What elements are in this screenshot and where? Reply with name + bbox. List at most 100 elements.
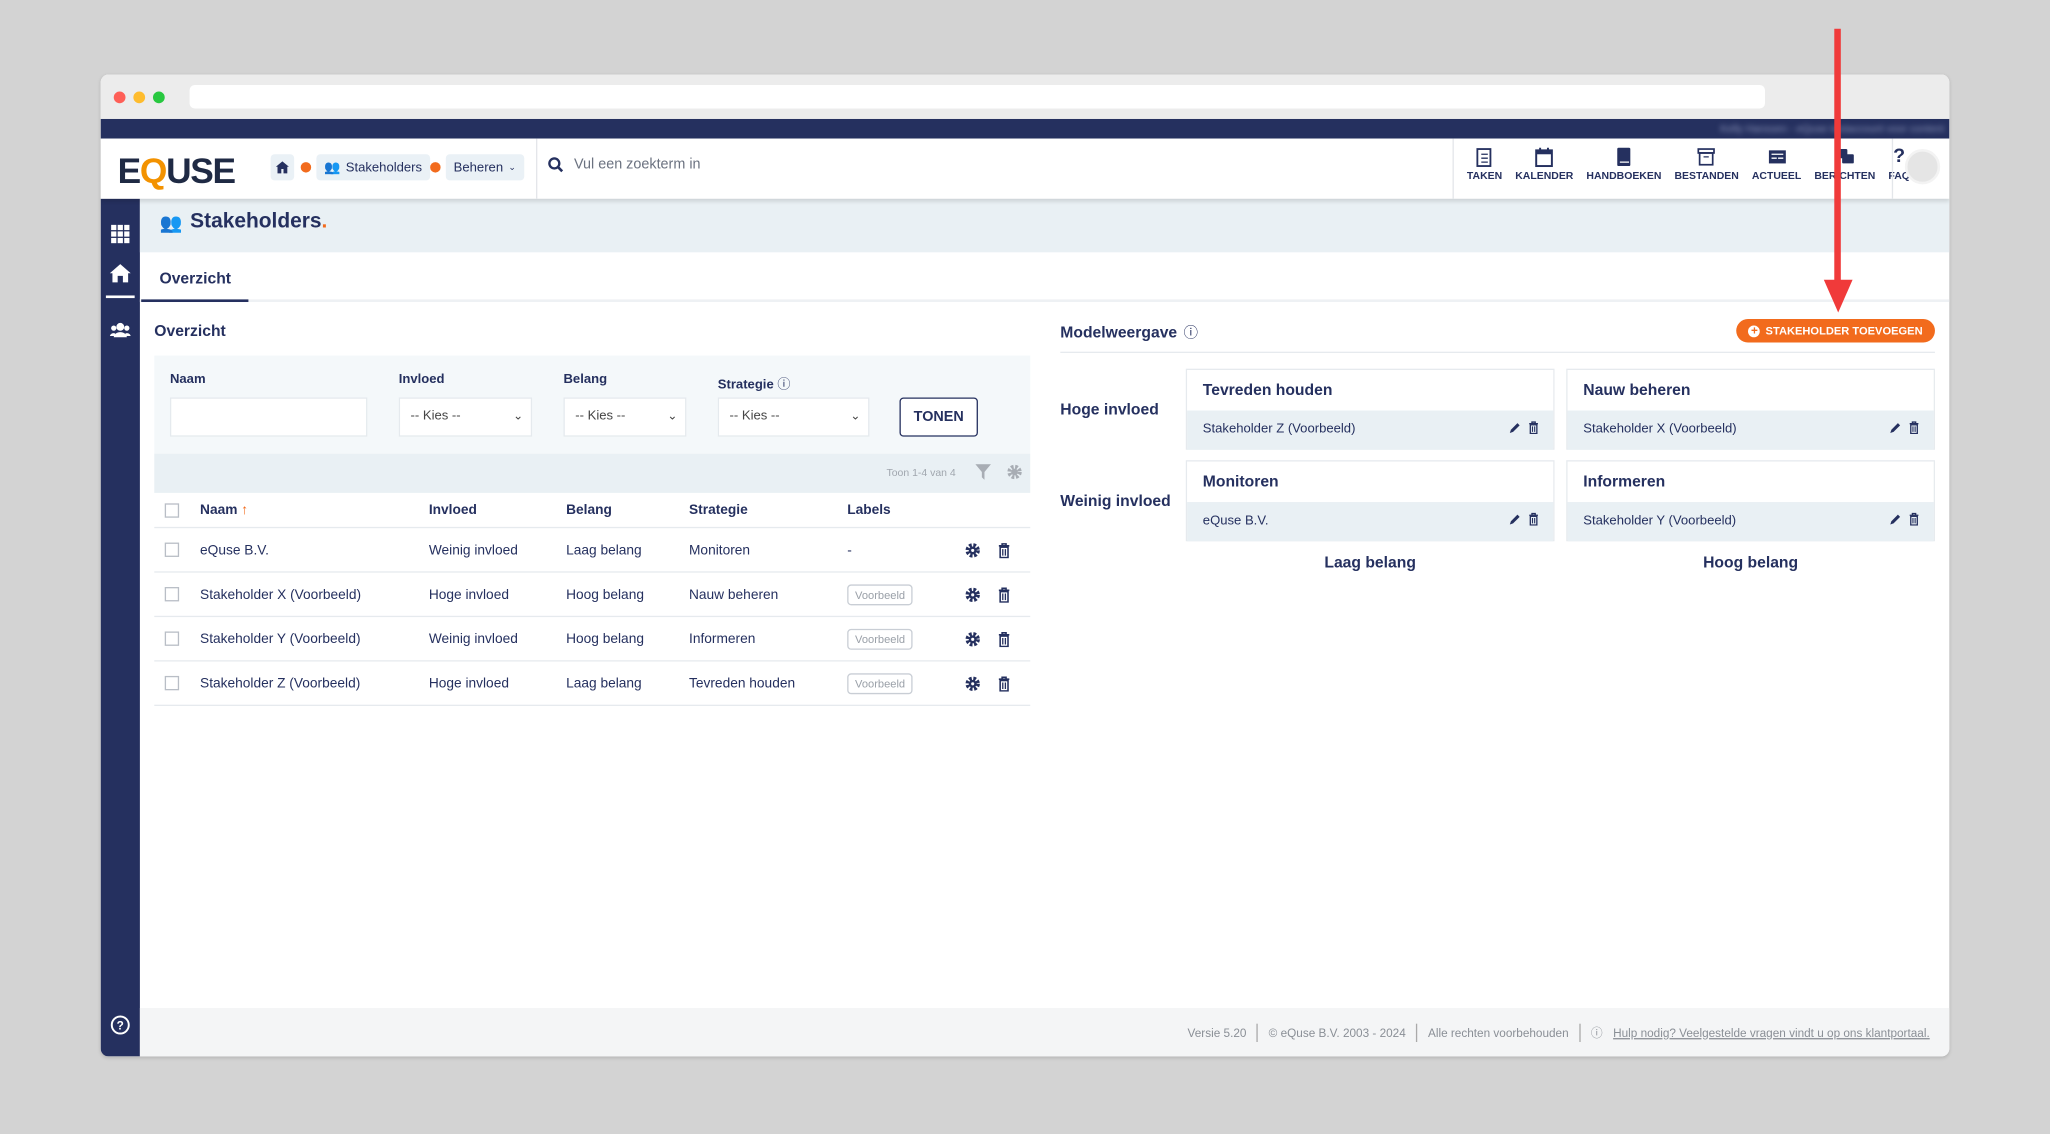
cell-belang: Laag belang [566,541,642,558]
equse-logo[interactable]: EQUSE [118,152,236,193]
filter-icon[interactable] [975,464,992,480]
invloed-select[interactable]: -- Kies -- ⌄ [398,397,533,437]
info-icon[interactable]: ⓘ [777,378,790,392]
trash-icon[interactable] [1527,512,1540,526]
tab-overzicht[interactable]: Overzicht [141,252,249,303]
breadcrumb-beheren-dropdown[interactable]: Beheren ⌄ [445,154,525,181]
cell-belang: Laag belang [566,675,642,691]
info-icon[interactable]: ⓘ [1184,322,1198,343]
card-title: Tevreden houden [1187,369,1554,411]
newspaper-icon [1768,150,1786,164]
help-link[interactable]: Hulp nodig? Veelgestelde vragen vindt u … [1613,1026,1930,1039]
table-row[interactable]: eQuse B.V. Weinig invloed Laag belang Mo… [154,528,1031,573]
add-stakeholder-button[interactable]: + STAKEHOLDER TOEVOEGEN [1736,319,1935,343]
pencil-icon[interactable] [1889,513,1902,526]
trash-icon[interactable] [996,631,1012,647]
nav-actueel[interactable]: ACTUEEL [1745,146,1807,182]
nav-berichten[interactable]: BERICHTEN [1808,146,1882,182]
card-item[interactable]: Stakeholder Y (Voorbeeld) [1567,502,1934,542]
belang-label: Belang [563,372,608,387]
strategie-select[interactable]: -- Kies -- ⌄ [717,397,870,437]
svg-text:?: ? [117,1020,124,1033]
table-row[interactable]: Stakeholder Z (Voorbeeld) Hoge invloed L… [154,662,1031,706]
version: Versie 5.20 [1187,1025,1247,1039]
strategy-card: Monitoren eQuse B.V. [1185,460,1555,542]
nav-handboeken[interactable]: HANDBOEKEN [1580,146,1668,182]
cell-naam[interactable]: eQuse B.V. [200,542,269,558]
row-checkbox[interactable] [164,631,180,646]
table-header: Naam ↑ Invloed Belang Strategie Labels [154,493,1031,529]
card-item[interactable]: eQuse B.V. [1187,502,1554,542]
help-icon[interactable]: ? [110,1015,131,1036]
cell-invloed: Hoge invloed [428,675,509,691]
col-label-hoog-belang: Hoog belang [1703,553,1799,572]
trash-icon[interactable] [1907,421,1920,435]
strategy-card: Informeren Stakeholder Y (Voorbeeld) [1566,460,1935,542]
pencil-icon[interactable] [1889,421,1902,434]
settings-icon[interactable] [1007,464,1023,480]
nav-taken[interactable]: TAKEN [1460,146,1508,182]
browser-window: Kelly Hanssen - eQuse testaccount voor c… [100,74,1950,1057]
table-row[interactable]: Stakeholder X (Voorbeeld) Hoge invloed H… [154,573,1031,618]
trash-icon[interactable] [1527,421,1540,435]
card-item[interactable]: Stakeholder Z (Voorbeeld) [1187,410,1554,450]
overview-title: Overzicht [154,321,226,340]
pencil-icon[interactable] [1509,421,1522,434]
gear-icon[interactable] [965,586,981,602]
help-icon: ⓘ [1590,1026,1603,1040]
calendar-icon [1535,147,1554,168]
trash-icon[interactable] [996,542,1012,558]
col-naam[interactable]: Naam ↑ [200,502,248,518]
trash-icon[interactable] [996,675,1012,691]
users-icon: 👥 [159,211,183,233]
select-all-checkbox[interactable] [164,502,180,518]
gear-icon[interactable] [965,542,981,558]
cell-naam[interactable]: Stakeholder Z (Voorbeeld) [200,675,360,691]
pencil-icon[interactable] [1509,513,1522,526]
search-input[interactable]: Vul een zoekterm in [548,157,701,173]
strategy-card: Tevreden houden Stakeholder Z (Voorbeeld… [1185,368,1555,450]
col-label-laag-belang: Laag belang [1324,553,1416,572]
home-icon[interactable] [109,263,131,284]
col-belang[interactable]: Belang [566,502,612,518]
card-title: Nauw beheren [1567,369,1934,411]
cell-strategie: Tevreden houden [688,675,796,691]
nav-bestanden[interactable]: BESTANDEN [1668,146,1745,182]
cell-naam[interactable]: Stakeholder X (Voorbeeld) [200,586,361,602]
footer: Versie 5.20 © eQuse B.V. 2003 - 2024 All… [139,1008,1950,1057]
cell-belang: Hoog belang [566,586,644,603]
clipboard-icon [1477,148,1492,167]
col-strategie[interactable]: Strategie [689,502,748,518]
search-icon [548,157,564,173]
gear-icon[interactable] [965,631,981,647]
page-title: 👥 Stakeholders. [159,210,328,233]
breadcrumb-stakeholders[interactable]: 👥 Stakeholders [316,154,430,181]
users-icon[interactable] [109,320,131,341]
user-avatar[interactable] [1904,149,1941,185]
nav-kalender[interactable]: KALENDER [1509,146,1580,182]
tonen-button[interactable]: TONEN [899,397,978,437]
gear-icon[interactable] [965,675,981,691]
chevron-right-icon [430,162,441,173]
naam-input[interactable] [169,397,368,437]
cell-naam[interactable]: Stakeholder Y (Voorbeeld) [200,631,361,647]
col-invloed[interactable]: Invloed [429,502,477,518]
row-checkbox[interactable] [164,587,180,602]
row-checkbox[interactable] [164,675,180,691]
cell-label: Voorbeeld [847,672,913,694]
minimize-window-button[interactable] [133,91,146,104]
apps-grid-icon[interactable] [110,224,131,245]
trash-icon[interactable] [996,586,1012,603]
cell-invloed: Weinig invloed [428,630,518,647]
app-header: EQUSE 👥 Stakeholders Beheren ⌄ Vul een zoe… [100,138,1950,199]
user-info: Kelly Hanssen - eQuse testaccount voor c… [1720,122,1945,135]
address-bar[interactable] [189,84,1765,109]
row-checkbox[interactable] [164,542,180,557]
table-row[interactable]: Stakeholder Y (Voorbeeld) Weinig invloed… [154,617,1031,662]
trash-icon[interactable] [1907,512,1920,526]
maximize-window-button[interactable] [152,91,165,104]
belang-select[interactable]: -- Kies -- ⌄ [563,397,687,437]
breadcrumb-home[interactable] [270,154,295,181]
close-window-button[interactable] [113,91,126,104]
card-item[interactable]: Stakeholder X (Voorbeeld) [1567,410,1934,450]
